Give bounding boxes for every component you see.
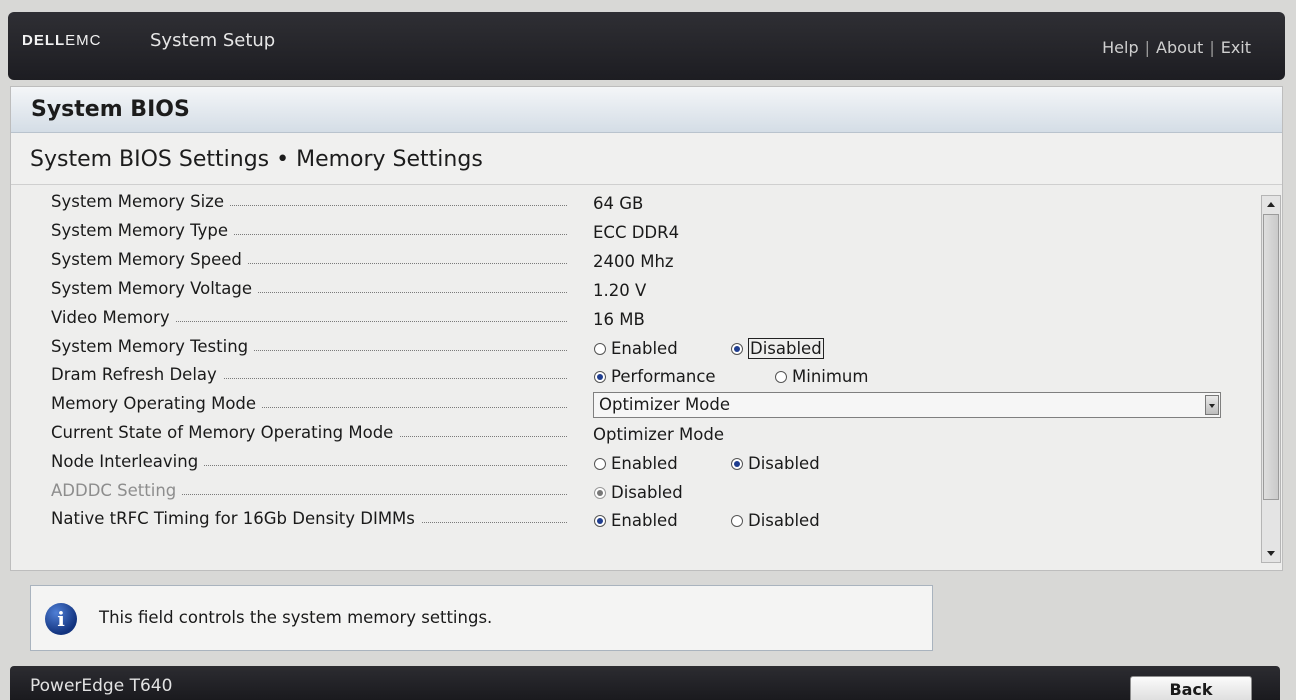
setting-label: Node Interleaving [51, 452, 205, 471]
setting-label: System Memory Speed [51, 250, 248, 269]
dell-emc-logo: DELLEMC [22, 32, 102, 49]
header-links: Help | About | Exit [1102, 38, 1251, 57]
scroll-up-arrow-icon[interactable] [1263, 197, 1279, 213]
setting-value: 1.20 V [593, 281, 647, 300]
setting-row-memory-voltage: System Memory Voltage 1.20 V [11, 276, 1259, 304]
setting-row-memory-speed: System Memory Speed 2400 Mhz [11, 247, 1259, 275]
settings-panel: System BIOS System BIOS Settings • Memor… [10, 86, 1283, 571]
memory-testing-enabled-radio[interactable]: Enabled [594, 339, 678, 358]
select-value: Optimizer Mode [599, 395, 730, 414]
radio-checked-icon [594, 487, 606, 499]
exit-link[interactable]: Exit [1221, 38, 1251, 57]
footer-bar: PowerEdge T640 Back [10, 666, 1280, 700]
dram-refresh-performance-radio[interactable]: Performance [594, 367, 716, 386]
radio-checked-icon [731, 343, 743, 355]
vertical-scrollbar[interactable] [1261, 195, 1281, 563]
setting-row-memory-testing: System Memory Testing Enabled Disabled [11, 334, 1259, 362]
setting-value: 64 GB [593, 194, 644, 213]
setting-row-memory-type: System Memory Type ECC DDR4 [11, 218, 1259, 246]
setting-label: Native tRFC Timing for 16Gb Density DIMM… [51, 509, 421, 528]
logo-emc-text: EMC [65, 32, 102, 49]
about-link[interactable]: About [1156, 38, 1203, 57]
node-interleaving-enabled-radio[interactable]: Enabled [594, 454, 678, 473]
radio-unchecked-icon [775, 371, 787, 383]
trfc-enabled-radio[interactable]: Enabled [594, 511, 678, 530]
setting-row-memory-size: System Memory Size 64 GB [11, 189, 1259, 217]
radio-checked-icon [594, 371, 606, 383]
setting-value: 16 MB [593, 310, 645, 329]
setting-label: ADDDC Setting [51, 481, 183, 500]
scroll-down-arrow-icon[interactable] [1263, 545, 1279, 561]
setting-value: ECC DDR4 [593, 223, 680, 242]
radio-checked-icon [594, 515, 606, 527]
help-link[interactable]: Help [1102, 38, 1138, 57]
back-button[interactable]: Back [1130, 676, 1252, 700]
setting-row-native-trfc: Native tRFC Timing for 16Gb Density DIMM… [11, 506, 1259, 534]
node-interleaving-disabled-radio[interactable]: Disabled [731, 454, 820, 473]
setting-label: System Memory Testing [51, 337, 255, 356]
help-info-box: i This field controls the system memory … [30, 585, 933, 651]
adddc-disabled-radio: Disabled [594, 483, 683, 502]
setting-row-adddc: ADDDC Setting Disabled [11, 478, 1259, 506]
radio-unchecked-icon [594, 343, 606, 355]
memory-operating-mode-select[interactable]: Optimizer Mode [593, 392, 1221, 418]
top-header-bar: DELLEMC System Setup Help | About | Exit [8, 12, 1285, 80]
setting-row-current-operating-mode: Current State of Memory Operating Mode O… [11, 420, 1259, 448]
setting-label: Video Memory [51, 308, 176, 327]
link-separator: | [1209, 38, 1215, 57]
memory-testing-disabled-radio[interactable]: Disabled [731, 338, 824, 359]
radio-unchecked-icon [731, 515, 743, 527]
scrollbar-thumb[interactable] [1263, 214, 1279, 500]
setting-row-dram-refresh-delay: Dram Refresh Delay Performance Minimum [11, 362, 1259, 390]
setting-row-node-interleaving: Node Interleaving Enabled Disabled [11, 449, 1259, 477]
app-title: System Setup [150, 30, 276, 51]
setting-row-video-memory: Video Memory 16 MB [11, 305, 1259, 333]
setting-label: Current State of Memory Operating Mode [51, 423, 400, 442]
setting-value: 2400 Mhz [593, 252, 674, 271]
setting-label: System Memory Voltage [51, 279, 259, 298]
panel-title: System BIOS [11, 87, 1282, 133]
breadcrumb: System BIOS Settings • Memory Settings [11, 133, 1282, 185]
trfc-disabled-radio[interactable]: Disabled [731, 511, 820, 530]
link-separator: | [1144, 38, 1150, 57]
dram-refresh-minimum-radio[interactable]: Minimum [775, 367, 868, 386]
server-model: PowerEdge T640 [30, 676, 173, 696]
setting-value: Optimizer Mode [593, 425, 724, 444]
setting-label: System Memory Type [51, 221, 235, 240]
radio-checked-icon [731, 458, 743, 470]
help-text: This field controls the system memory se… [99, 608, 493, 627]
chevron-down-icon[interactable] [1205, 395, 1219, 415]
setting-row-memory-operating-mode: Memory Operating Mode Optimizer Mode [11, 391, 1259, 419]
setting-label: System Memory Size [51, 192, 230, 211]
info-icon: i [45, 603, 77, 635]
radio-unchecked-icon [594, 458, 606, 470]
setting-label: Memory Operating Mode [51, 394, 263, 413]
logo-dell-text: DELL [22, 32, 66, 49]
setting-label: Dram Refresh Delay [51, 365, 223, 384]
